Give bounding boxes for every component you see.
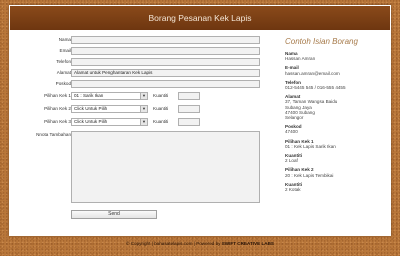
- sample-telefon: Telefon 012-5445 545 / 016-555 4455: [285, 79, 346, 91]
- sample-alamat: Alamat 37, Taman Wangsa Baidu Subang Jay…: [285, 94, 338, 121]
- sample-poskod: Poskod 47400: [285, 124, 302, 135]
- sample-kuantiti-2: Kuantiti 2 Kotak: [285, 181, 303, 193]
- footer-brand-link[interactable]: SWIFT CREATIVE LABS: [222, 241, 274, 246]
- pilihan-kek-3-value: Click Untuk Pilih: [74, 119, 108, 124]
- poskod-label: Poskod: [55, 81, 71, 86]
- pilihan-kek-3-label: Pilihan Kek 3: [44, 119, 71, 124]
- nama-label: Nama: [58, 37, 71, 42]
- footer: © Copyright | bahasatelapis.com | Powere…: [126, 241, 274, 246]
- chevron-down-icon: ▼: [140, 93, 147, 99]
- chevron-down-icon: ▼: [140, 106, 147, 112]
- sidebar-title: Contoh Isian Borang: [285, 37, 358, 46]
- telefon-label: Telefon: [56, 59, 71, 64]
- pilihan-kek-2-value: Click Untuk Pilih: [74, 106, 108, 111]
- nama-field[interactable]: [71, 36, 260, 44]
- nota-tambahan-textarea[interactable]: [71, 131, 260, 203]
- sample-sidebar: Contoh Isian Borang Nama Hassan Amran E-…: [285, 37, 385, 196]
- alamat-field[interactable]: Alamat untuk Penghantaran Kek Lapis: [71, 69, 260, 77]
- kuantiti-3-label: Kuantiti: [153, 119, 169, 124]
- sample-email: E-mail hassan.amran@email.com: [285, 65, 340, 76]
- footer-powered: | Powered by: [193, 241, 221, 246]
- poskod-field[interactable]: [71, 80, 260, 88]
- send-button[interactable]: Send: [71, 210, 157, 219]
- page-title: Borang Pesanan Kek Lapis: [10, 6, 390, 30]
- pilihan-kek-1-value: 01 : Sarik Ikan: [74, 93, 104, 98]
- email-label: Email: [59, 48, 72, 53]
- pilihan-kek-2-label: Pilihan Kek 2: [44, 106, 71, 111]
- email-field[interactable]: [71, 47, 260, 55]
- sample-pilihan-kek-2: Pilihan Kek 2 20 : Kek Lapis Tembikai: [285, 167, 334, 178]
- kuantiti-3-field[interactable]: [178, 118, 200, 126]
- sample-nama: Nama Hassan Amran: [285, 51, 316, 62]
- footer-copyright: © Copyright: [126, 241, 151, 246]
- page-container: Borang Pesanan Kek Lapis Nama Email Tele…: [9, 5, 391, 236]
- chevron-down-icon: ▼: [140, 119, 147, 125]
- pilihan-kek-1-label: Pilihan Kek 1: [44, 93, 71, 98]
- kuantiti-2-label: Kuantiti: [153, 106, 169, 111]
- kuantiti-1-label: Kuantiti: [153, 93, 169, 98]
- pilihan-kek-3-select[interactable]: Click Untuk Pilih ▼: [71, 118, 148, 126]
- alamat-label: Alamat: [56, 70, 71, 75]
- telefon-field[interactable]: [71, 58, 260, 66]
- kuantiti-2-field[interactable]: [178, 105, 200, 113]
- footer-site-link[interactable]: bahasatelapis.com: [154, 241, 192, 246]
- nota-tambahan-label: Nnota Tambahan: [36, 132, 71, 137]
- pilihan-kek-2-select[interactable]: Click Untuk Pilih ▼: [71, 105, 148, 113]
- kuantiti-1-field[interactable]: [178, 92, 200, 100]
- pilihan-kek-1-select[interactable]: 01 : Sarik Ikan ▼: [71, 92, 148, 100]
- sample-kuantiti-1: Kuantiti 2 Loaf: [285, 153, 303, 164]
- sample-pilihan-kek-1: Pilihan Kek 1 01 : Kek Lapis Sarik Ikan: [285, 138, 336, 149]
